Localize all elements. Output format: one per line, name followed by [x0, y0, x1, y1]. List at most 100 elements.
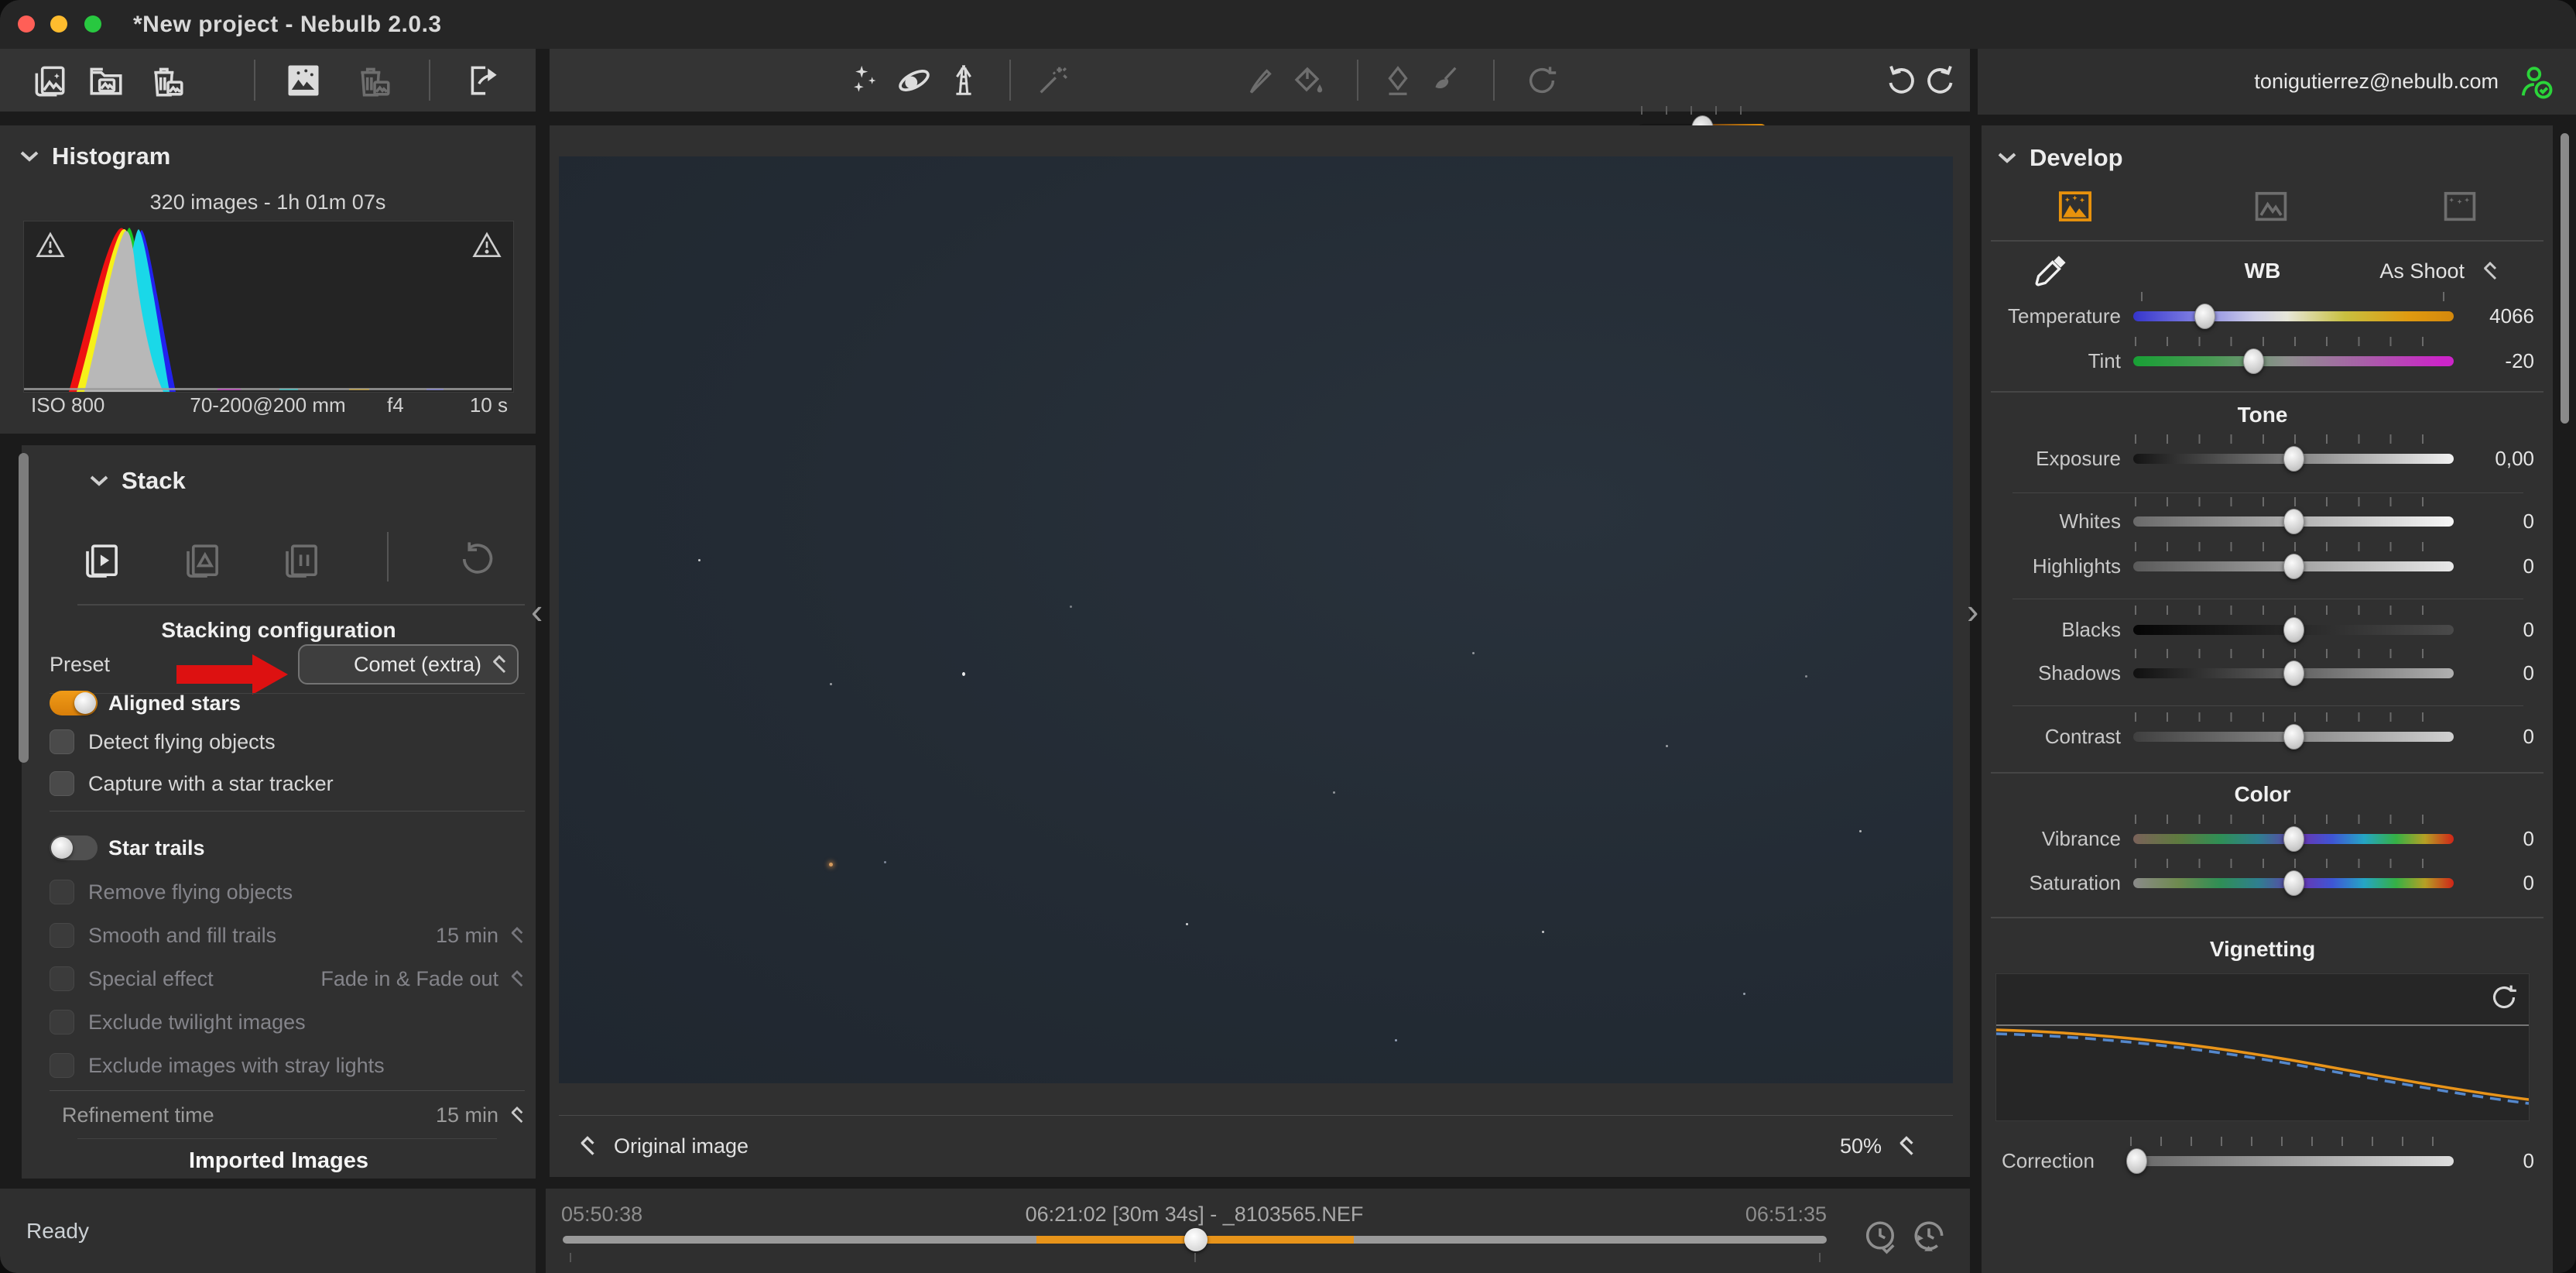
imported-images-header[interactable]: Imported Images — [22, 1148, 536, 1174]
stack-video-tab[interactable] — [80, 527, 122, 592]
collapse-right-panel-handle[interactable]: › — [1967, 593, 1978, 629]
histogram-title: Histogram — [52, 142, 170, 170]
shadows-slider-thumb[interactable] — [2283, 661, 2304, 686]
highlights-slider-thumb[interactable] — [2283, 554, 2304, 579]
star-tracker-checkbox[interactable] — [50, 771, 74, 796]
refresh-preview-button[interactable] — [1524, 49, 1560, 112]
temperature-slider[interactable] — [2133, 294, 2454, 338]
account-email: tonigutierrez@nebulb.com — [2254, 70, 2499, 94]
blacks-slider[interactable] — [2133, 608, 2454, 651]
develop-tab-frame[interactable] — [2440, 184, 2480, 228]
vibrance-slider-thumb[interactable] — [2283, 826, 2304, 852]
blacks-slider-thumb[interactable] — [2283, 617, 2304, 643]
tint-slider[interactable] — [2133, 339, 2454, 383]
account-status-button[interactable] — [2516, 62, 2556, 102]
stepper-icon[interactable] — [509, 968, 525, 990]
collapse-left-panel-handle[interactable]: ‹ — [531, 593, 543, 629]
paint-bucket-button[interactable] — [1290, 49, 1327, 112]
detect-flying-objects-checkbox[interactable] — [50, 729, 74, 754]
divider — [50, 1090, 525, 1091]
temperature-slider-thumb[interactable] — [2194, 304, 2215, 329]
shadows-slider[interactable] — [2133, 651, 2454, 695]
wb-row: WB As Shoot — [1991, 249, 2534, 293]
contrast-slider[interactable] — [2133, 715, 2454, 758]
stack-pause-tab[interactable] — [280, 527, 322, 592]
tint-slider-thumb[interactable] — [2243, 348, 2264, 374]
exclude-twilight-checkbox[interactable] — [50, 1010, 74, 1035]
correction-slider[interactable] — [2129, 1139, 2454, 1182]
capture-time-mode-button[interactable] — [1862, 1218, 1900, 1257]
develop-tab-detail[interactable] — [2251, 184, 2291, 228]
close-window-button[interactable] — [18, 15, 35, 33]
rendered-image-button[interactable] — [283, 49, 324, 112]
timeline-tick — [1819, 1253, 1821, 1262]
exclude-stray-lights-checkbox[interactable] — [50, 1053, 74, 1078]
stars-tool-button[interactable] — [848, 49, 884, 112]
magic-wand-button[interactable] — [1035, 49, 1070, 112]
timeline-current-frame: 06:21:02 [30m 34s] - _8103565.NEF — [546, 1203, 1843, 1227]
exposure-slider[interactable] — [2133, 437, 2454, 480]
tick-marks — [2135, 606, 2452, 615]
redo-button[interactable] — [1882, 49, 1920, 112]
stack-header[interactable]: Stack — [89, 467, 186, 495]
account-bar: tonigutierrez@nebulb.com — [1978, 49, 2576, 115]
zoom-window-button[interactable] — [84, 15, 101, 33]
import-folder-button[interactable] — [87, 49, 125, 112]
remove-rendered-image-button[interactable] — [355, 49, 393, 112]
toolbar-divider — [254, 60, 255, 101]
pylon-tool-button[interactable] — [946, 49, 981, 112]
zoom-stepper[interactable] — [1897, 1134, 1916, 1158]
develop-title: Develop — [2030, 144, 2123, 172]
trash-images-icon — [148, 61, 187, 100]
time-lapse-mode-button[interactable] — [1910, 1218, 1948, 1257]
person-check-icon — [2516, 62, 2556, 102]
develop-tab-basic[interactable] — [2054, 184, 2096, 228]
strength-slider-ticks — [1641, 106, 1765, 115]
whites-slider-thumb[interactable] — [2283, 509, 2304, 534]
whites-slider[interactable] — [2133, 499, 2454, 543]
star-trails-toggle[interactable] — [50, 836, 98, 860]
stepper-icon[interactable] — [509, 925, 525, 946]
export-button[interactable] — [464, 49, 503, 112]
brush-tool-button[interactable] — [1242, 49, 1278, 112]
contrast-slider-thumb[interactable] — [2283, 724, 2304, 750]
right-panel-scrollbar[interactable] — [2561, 133, 2569, 424]
vignetting-section-title: Vignetting — [1991, 937, 2534, 962]
left-panel-scrollbar[interactable] — [19, 453, 29, 763]
zoom-level: 50% — [1840, 1134, 1882, 1158]
row-aligned-stars: Aligned stars — [50, 683, 525, 723]
timeline-slider[interactable] — [563, 1236, 1827, 1244]
stack-triangle-tab[interactable] — [181, 527, 223, 592]
add-images-button[interactable] — [30, 49, 69, 112]
preview-image[interactable] — [559, 156, 1953, 1083]
saturation-slider[interactable] — [2133, 861, 2454, 904]
remove-imported-images-button[interactable] — [148, 49, 187, 112]
divider — [1991, 240, 2543, 242]
minimize-window-button[interactable] — [50, 15, 67, 33]
smooth-fill-trails-checkbox[interactable] — [50, 923, 74, 948]
broom-tool-button[interactable] — [1426, 49, 1461, 112]
histogram-header[interactable]: Histogram — [19, 142, 170, 170]
vibrance-slider[interactable] — [2133, 817, 2454, 860]
contrast-label: Contrast — [1991, 725, 2121, 749]
special-effect-checkbox[interactable] — [50, 966, 74, 991]
timeline-slider-thumb[interactable] — [1184, 1228, 1208, 1251]
view-mode-stepper[interactable] — [578, 1134, 597, 1158]
develop-header[interactable]: Develop — [1997, 144, 2123, 172]
remove-flying-objects-checkbox[interactable] — [50, 880, 74, 904]
comet-tool-button[interactable] — [895, 49, 933, 112]
wb-preset-dropdown[interactable] — [2482, 259, 2499, 283]
refinement-time-value: 15 min — [436, 1103, 498, 1127]
highlights-slider[interactable] — [2133, 544, 2454, 588]
eraser-tool-button[interactable] — [1380, 49, 1416, 112]
stepper-icon[interactable] — [509, 1104, 525, 1126]
correction-slider-thumb[interactable] — [2126, 1148, 2147, 1174]
undo-button[interactable] — [1922, 49, 1959, 112]
stack-reset-button[interactable] — [457, 527, 497, 592]
aligned-stars-toggle[interactable] — [50, 691, 98, 715]
saturation-slider-thumb[interactable] — [2283, 870, 2304, 896]
brush-icon — [1242, 63, 1278, 98]
exposure-slider-thumb[interactable] — [2283, 446, 2304, 472]
comet-icon — [895, 61, 933, 100]
magic-wand-icon — [1035, 63, 1070, 98]
